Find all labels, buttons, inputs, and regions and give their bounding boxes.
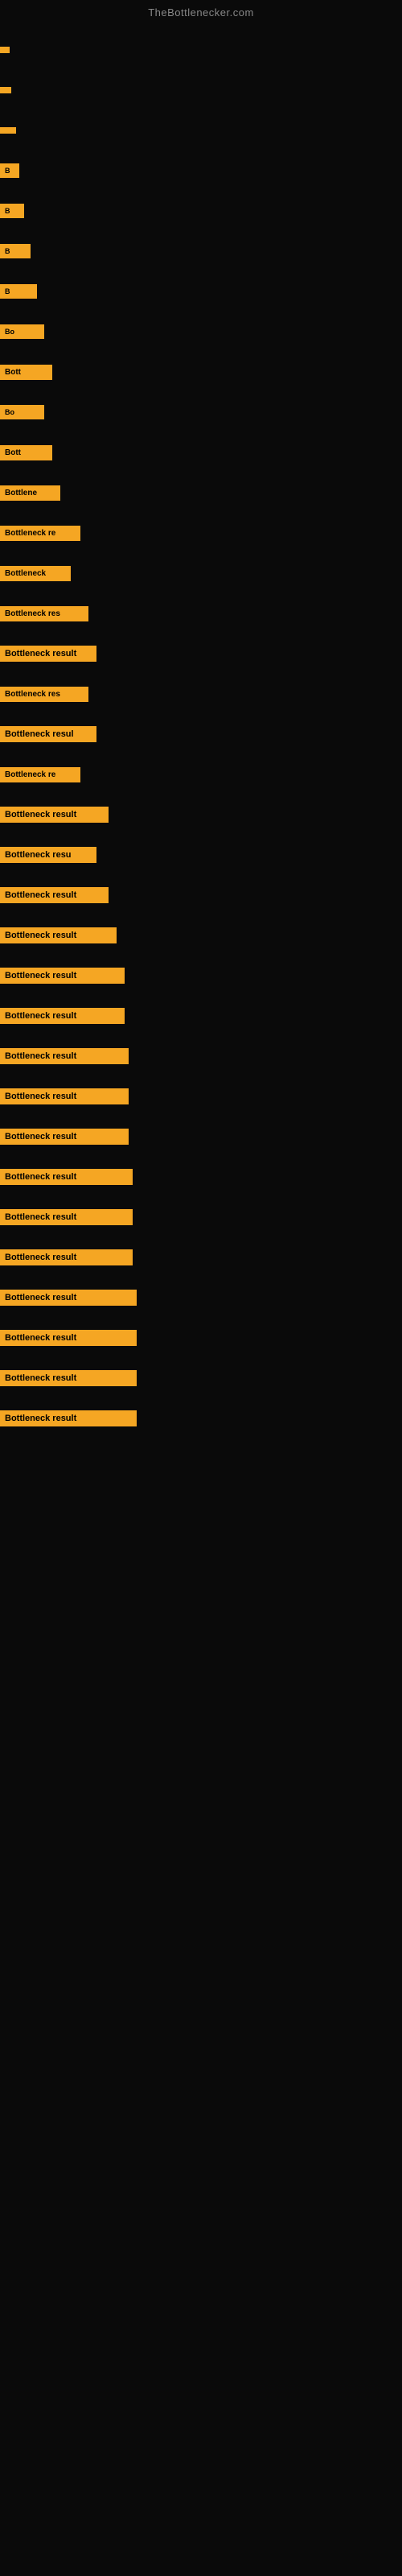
bottleneck-result-label[interactable]: Bottleneck result [0, 1290, 137, 1306]
list-item: B [0, 151, 402, 191]
bottleneck-result-label[interactable]: B [0, 163, 19, 178]
bottleneck-result-label[interactable]: Bottleneck resul [0, 726, 96, 742]
items-container: B B B B B B Bo Bott Bo Bott Bottlene Bottleneck re B… [0, 22, 402, 1447]
list-item: Bottleneck result [0, 915, 402, 956]
list-item: Bottleneck result [0, 1237, 402, 1278]
list-item: Bottleneck result [0, 996, 402, 1036]
bottleneck-result-label[interactable]: Bottleneck re [0, 526, 80, 541]
bottleneck-result-label[interactable] [0, 47, 10, 53]
bottleneck-result-label[interactable]: Bottleneck result [0, 1048, 129, 1064]
list-item: Bottleneck re [0, 754, 402, 795]
list-item: Bottleneck [0, 553, 402, 593]
list-item: Bott [0, 432, 402, 473]
bottleneck-result-label[interactable]: B [0, 284, 37, 299]
bottleneck-result-label[interactable]: Bo [0, 405, 44, 419]
bottleneck-result-label[interactable]: Bottleneck result [0, 968, 125, 984]
list-item: Bottleneck result [0, 1398, 402, 1439]
bottleneck-result-label[interactable]: B [0, 204, 24, 218]
list-item: B [0, 110, 402, 151]
list-item: Bottleneck result [0, 956, 402, 996]
bottleneck-result-label[interactable]: Bottleneck resu [0, 847, 96, 863]
bottleneck-result-label[interactable]: Bottleneck [0, 566, 71, 581]
list-item: B [0, 191, 402, 231]
list-item: Bottleneck result [0, 875, 402, 915]
bottleneck-result-label[interactable]: Bott [0, 445, 52, 460]
bottleneck-result-label[interactable]: Bottleneck result [0, 1169, 133, 1185]
list-item: Bottleneck result [0, 795, 402, 835]
bottleneck-result-label[interactable]: Bottleneck result [0, 927, 117, 943]
list-item: Bottlene [0, 473, 402, 513]
list-item: Bo [0, 312, 402, 352]
bottleneck-result-label[interactable]: B [0, 87, 11, 93]
bottleneck-result-label[interactable]: Bottleneck result [0, 807, 109, 823]
bottleneck-result-label[interactable]: Bottleneck result [0, 1088, 129, 1104]
list-item: Bottleneck result [0, 634, 402, 674]
list-item: Bottleneck result [0, 1036, 402, 1076]
list-item: B [0, 70, 402, 110]
list-item: Bo [0, 392, 402, 432]
list-item: Bottleneck result [0, 1197, 402, 1237]
list-item [0, 30, 402, 70]
bottleneck-result-label[interactable]: Bottleneck result [0, 1008, 125, 1024]
list-item: Bottleneck result [0, 1278, 402, 1318]
bottleneck-result-label[interactable]: B [0, 127, 16, 134]
list-item: Bott [0, 352, 402, 392]
bottleneck-result-label[interactable]: Bottleneck result [0, 887, 109, 903]
list-item: Bottleneck resu [0, 835, 402, 875]
bottleneck-result-label[interactable]: Bottleneck result [0, 1209, 133, 1225]
bottleneck-result-label[interactable]: Bottleneck result [0, 1129, 129, 1145]
list-item: B [0, 231, 402, 271]
list-item: Bottleneck result [0, 1157, 402, 1197]
list-item: Bottleneck result [0, 1358, 402, 1398]
bottleneck-result-label[interactable]: Bott [0, 365, 52, 380]
list-item: Bottleneck res [0, 593, 402, 634]
bottleneck-result-label[interactable]: Bottleneck res [0, 687, 88, 702]
list-item: B [0, 271, 402, 312]
bottleneck-result-label[interactable]: Bottleneck result [0, 1370, 137, 1386]
list-item: Bottleneck resul [0, 714, 402, 754]
bottleneck-result-label[interactable]: Bottleneck result [0, 1410, 137, 1426]
bottleneck-result-label[interactable]: Bo [0, 324, 44, 339]
list-item: Bottleneck result [0, 1076, 402, 1117]
list-item: Bottleneck result [0, 1117, 402, 1157]
bottleneck-result-label[interactable]: Bottleneck result [0, 1330, 137, 1346]
bottleneck-result-label[interactable]: Bottlene [0, 485, 60, 501]
list-item: Bottleneck res [0, 674, 402, 714]
bottleneck-result-label[interactable]: B [0, 244, 31, 258]
bottleneck-result-label[interactable]: Bottleneck res [0, 606, 88, 621]
site-title: TheBottlenecker.com [0, 0, 402, 22]
bottleneck-result-label[interactable]: Bottleneck re [0, 767, 80, 782]
bottleneck-result-label[interactable]: Bottleneck result [0, 646, 96, 662]
list-item: Bottleneck re [0, 513, 402, 553]
list-item: Bottleneck result [0, 1318, 402, 1358]
bottleneck-result-label[interactable]: Bottleneck result [0, 1249, 133, 1265]
